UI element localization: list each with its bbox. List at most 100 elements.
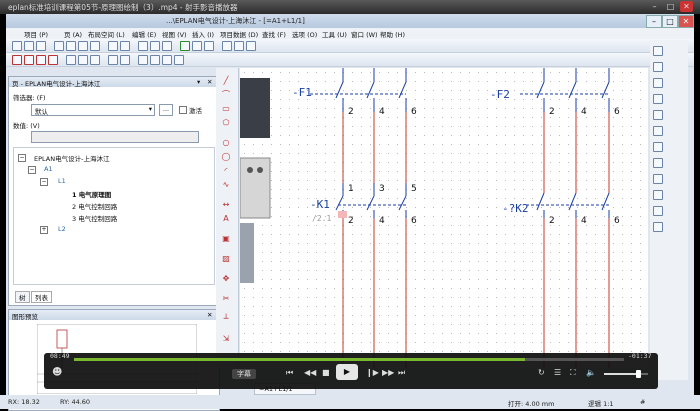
text-tool-icon[interactable]: A [221,214,231,223]
tool-icon[interactable] [653,46,663,56]
paste-icon[interactable] [90,41,100,51]
move-tool-icon[interactable]: ✥ [221,274,231,283]
app-close-icon[interactable]: ✕ [678,15,694,28]
print-icon[interactable] [54,41,64,51]
symbol-icon[interactable] [12,55,22,65]
contactor-k2-label[interactable]: -?K2 [502,202,529,215]
tree-a1[interactable]: A1 [44,165,53,173]
undo-icon[interactable] [108,41,118,51]
playlist-icon[interactable]: ☰ [554,368,561,377]
connection-icon[interactable] [24,55,34,65]
potential-icon[interactable] [120,55,130,65]
tree-collapse-icon[interactable]: − [40,178,48,186]
volume-handle[interactable] [636,370,641,378]
tab-tree[interactable]: 树 [15,291,30,303]
polyline-tool-icon[interactable]: ⌒ [221,90,231,99]
menu-layout-space[interactable]: 布局空间 (L) [88,29,125,39]
new-icon[interactable] [12,41,22,51]
menu-tools[interactable]: 工具 (U) [322,29,347,39]
interruption-point-icon[interactable] [138,55,148,65]
polygon-tool-icon[interactable]: ⬠ [221,118,231,127]
black-box-icon[interactable] [90,55,100,65]
menu-edit[interactable]: 编辑 (E) [132,29,156,39]
menu-project-data[interactable]: 项目数据 (D) [220,29,258,39]
fast-forward-icon[interactable]: ▶▶ [382,368,394,377]
tree-project[interactable]: EPLAN电气设计-上海沐江 [34,153,109,163]
grid-icon[interactable] [192,41,202,51]
tool-icon[interactable] [653,174,663,184]
user-icon[interactable]: ☻ [52,367,62,378]
tool-icon[interactable] [653,62,663,72]
zoom-window-icon[interactable] [162,41,172,51]
seek-bar[interactable] [74,358,624,361]
save-icon[interactable] [36,41,46,51]
tree-expand-icon[interactable]: + [40,226,48,234]
measure-tool-icon[interactable]: ┴ [221,314,231,323]
fullscreen-icon[interactable]: ⛶ [570,368,576,378]
tree-page-1[interactable]: 1 电气原理图 [72,189,111,199]
subtitle-button[interactable]: 字幕 [232,369,256,379]
minimize-icon[interactable]: – [648,1,661,12]
tee-icon[interactable] [162,55,172,65]
menu-view[interactable]: 视图 (V) [162,29,187,39]
menu-project[interactable]: 项目 (P) [24,29,48,39]
menu-options[interactable]: 选项 (O) [292,29,317,39]
filter-select[interactable]: 默认 ▾ [31,104,155,116]
tree-l1[interactable]: L1 [58,177,66,185]
rewind-icon[interactable]: ◀◀ [304,368,316,377]
tree-page-3[interactable]: 3 电气控制回路 [72,213,117,223]
preview-close-icon[interactable]: ✕ [207,311,212,319]
tool-icon[interactable] [653,126,663,136]
menu-page[interactable]: 页 (A) [64,29,82,39]
circle-tool-icon[interactable]: ○ [221,138,231,147]
dimension-tool-icon[interactable]: ↔ [221,200,231,209]
snap-icon[interactable] [204,41,214,51]
contactor-k1-label[interactable]: -K1 [310,198,330,211]
arc-tool-icon[interactable]: ◜ [221,166,231,175]
tool-icon[interactable] [653,222,663,232]
plug-icon[interactable] [48,55,58,65]
tree-collapse-icon[interactable]: − [18,154,26,162]
play-icon[interactable]: ▶ [336,364,358,380]
tree-l2[interactable]: L2 [58,225,66,233]
stop-icon[interactable]: ■ [322,368,330,377]
menu-find[interactable]: 查找 (F) [262,29,286,39]
copy-icon[interactable] [78,41,88,51]
trim-tool-icon[interactable]: ✂ [221,294,231,303]
shield-icon[interactable] [78,55,88,65]
tool-icon[interactable] [653,94,663,104]
hatch-tool-icon[interactable]: ▨ [221,254,231,263]
stretch-tool-icon[interactable]: ⇲ [221,334,231,343]
cable-icon[interactable] [66,55,76,65]
tool-icon[interactable] [653,158,663,168]
cross-icon[interactable] [174,55,184,65]
menu-window[interactable]: 窗口 (W) [351,29,378,39]
redo-icon[interactable] [120,41,130,51]
refresh-icon[interactable] [180,41,190,51]
app-minimize-icon[interactable]: – [646,15,662,28]
tool-icon[interactable] [653,78,663,88]
app-maximize-icon[interactable]: □ [662,15,678,28]
tree-page-2[interactable]: 2 电气控制回路 [72,201,117,211]
tool-icon[interactable] [653,190,663,200]
breaker-f2-label[interactable]: -F2 [490,88,510,101]
skip-back-icon[interactable]: ⏮ [286,368,293,378]
tool-icon[interactable] [653,110,663,120]
curve-tool-icon[interactable]: ∿ [221,180,231,189]
step-forward-icon[interactable]: ❙▶ [366,368,379,377]
settings-icon[interactable] [222,41,232,51]
pin-icon[interactable]: ▾ [197,78,200,86]
schematic-canvas[interactable]: -F1 -F2 -K1 /2.1 -?K2 2 4 6 2 4 6 1 3 5 … [240,68,648,368]
cut-icon[interactable] [66,41,76,51]
layer-icon[interactable] [234,41,244,51]
menu-help[interactable]: 帮助 (H) [380,29,405,39]
close-icon[interactable]: ✕ [680,1,693,12]
activate-checkbox[interactable] [179,106,187,114]
tab-list[interactable]: 列表 [31,291,52,303]
structure-box-icon[interactable] [108,55,118,65]
skip-forward-icon[interactable]: ⏭ [398,368,405,378]
menu-insert[interactable]: 插入 (I) [192,29,214,39]
panel-close-icon[interactable]: ✕ [207,78,212,86]
volume-slider[interactable] [604,370,648,378]
line-tool-icon[interactable]: ╱ [221,76,231,85]
